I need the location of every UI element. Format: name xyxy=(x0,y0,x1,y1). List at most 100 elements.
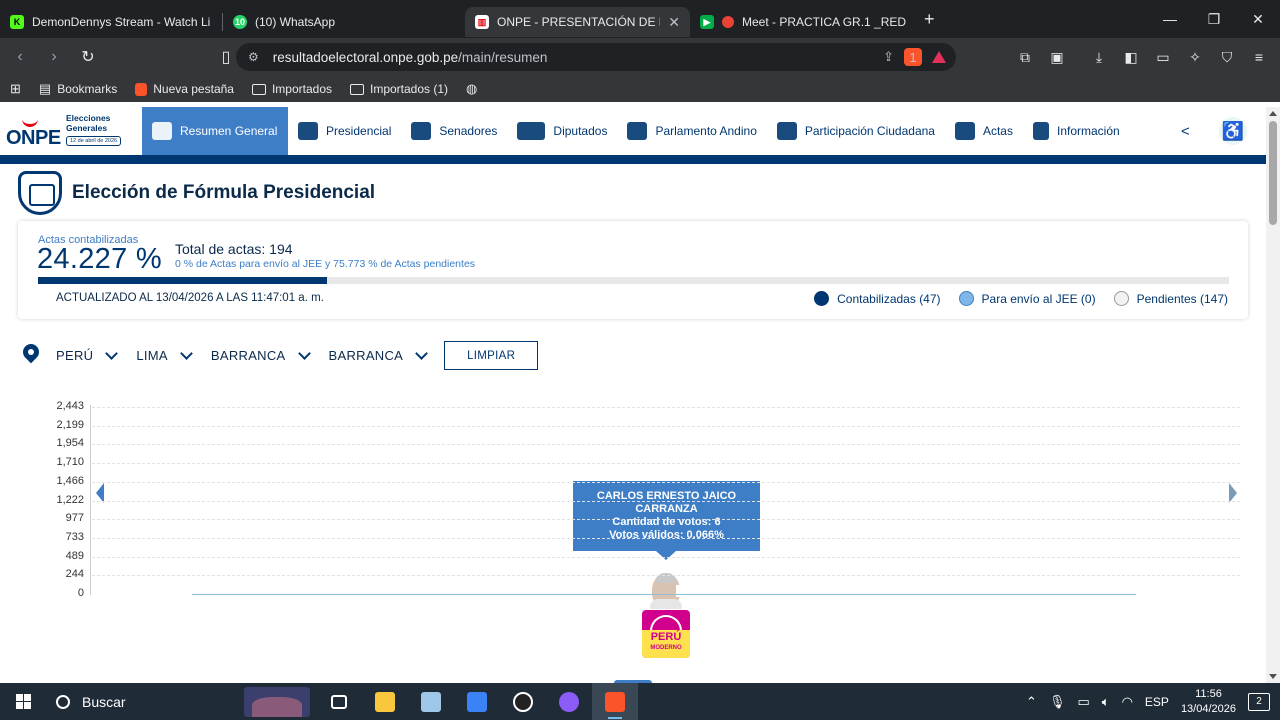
page-title: Elección de Fórmula Presidencial xyxy=(72,182,376,203)
microphone-icon[interactable]: 🎙︎ xyxy=(1049,694,1066,710)
browser-toolbar: ‹ › ↻ ▯ ⚙ resultadoelectoral.onpe.gob.pe… xyxy=(0,38,1280,76)
start-button[interactable] xyxy=(0,683,46,720)
leo-ai-icon[interactable]: ✧ xyxy=(1186,49,1204,66)
page-scrollbar[interactable] xyxy=(1266,107,1280,683)
file-explorer-icon[interactable] xyxy=(362,683,408,720)
y-tick-label: 733 xyxy=(65,530,84,543)
sidebar-icon[interactable]: ◧ xyxy=(1122,49,1140,66)
participation-icon xyxy=(776,122,797,140)
new-tab-button[interactable]: + xyxy=(924,9,935,30)
clear-filters-button[interactable]: LIMPIAR xyxy=(444,341,539,370)
nav-informacion[interactable]: Información xyxy=(1023,107,1130,155)
actas-summary-card: Actas contabilizadas 24.227 % Total de a… xyxy=(18,221,1248,319)
y-tick-label: 1,222 xyxy=(56,493,84,506)
nav-presidencial[interactable]: Presidencial xyxy=(288,107,401,155)
task-view-icon[interactable] xyxy=(316,683,362,720)
obs-icon[interactable] xyxy=(500,683,546,720)
tab-meet[interactable]: ▶ Meet - PRACTICA GR.1 _REDES Y xyxy=(690,7,916,37)
nav-parlamento-andino[interactable]: Parlamento Andino xyxy=(617,107,766,155)
y-tick-label: 0 xyxy=(77,587,84,599)
scroll-thumb[interactable] xyxy=(1269,121,1277,225)
gridline xyxy=(92,519,1240,521)
folder-icon xyxy=(350,83,364,95)
meet-icon: ▶ xyxy=(700,15,714,29)
tab-onpe[interactable]: ▥ ONPE - PRESENTACIÓN DE RESU ✕ xyxy=(465,7,690,37)
nav-actas[interactable]: Actas xyxy=(945,107,1023,155)
brave-rewards-icon[interactable] xyxy=(932,51,946,63)
extensions-icon[interactable]: ⧉ xyxy=(1016,49,1034,66)
maximize-icon[interactable]: ❐ xyxy=(1192,0,1236,38)
wallet-icon[interactable]: ▭ xyxy=(1154,49,1172,66)
globe-icon[interactable]: ◍ xyxy=(466,81,477,97)
wifi-icon[interactable]: ◠ xyxy=(1122,694,1133,710)
nav-senadores[interactable]: Senadores xyxy=(401,107,507,155)
nav-participacion-ciudadana[interactable]: Participación Ciudadana xyxy=(767,107,945,155)
candidate-tooltip: CARLOS ERNESTO JAICO CARRANZA Cantidad d… xyxy=(573,481,760,560)
filter-district[interactable]: BARRANCA xyxy=(329,346,429,363)
folder-icon xyxy=(251,83,266,95)
bookmark-importados[interactable]: Importados xyxy=(251,82,332,96)
y-tick-label: 1,466 xyxy=(56,474,84,487)
onpe-icon: ▥ xyxy=(475,15,489,29)
chevron-up-icon[interactable]: ⌃ xyxy=(1026,694,1037,710)
filter-department[interactable]: LIMA xyxy=(136,346,193,363)
y-tick-label: 489 xyxy=(65,549,84,562)
roblox-icon[interactable] xyxy=(454,683,500,720)
gridline xyxy=(92,537,1240,539)
chevron-down-icon xyxy=(415,346,429,360)
votes-chart: CARLOS ERNESTO JAICO CARRANZA Cantidad d… xyxy=(0,397,1266,683)
y-axis xyxy=(90,405,91,595)
nav-diputados[interactable]: Diputados xyxy=(507,107,617,155)
reload-icon[interactable]: ↻ xyxy=(74,43,102,71)
bookmarks-icon: ▤ xyxy=(38,81,52,96)
site-info-icon[interactable]: ⚙ xyxy=(248,50,259,64)
y-tick-label: 1,710 xyxy=(56,456,84,469)
party-logo-peru-moderno[interactable]: PERÚ MODERNO xyxy=(642,610,690,658)
bookmark-new-tab[interactable]: Nueva pestaña xyxy=(135,82,234,96)
tab-kick-stream[interactable]: K DemonDennys Stream - Watch Li xyxy=(0,7,222,37)
vpn-icon[interactable]: ⛉ xyxy=(1218,49,1236,66)
menu-icon[interactable]: ≡ xyxy=(1250,49,1268,65)
mouse-cursor-icon xyxy=(676,585,688,597)
bookmark-bookmarks[interactable]: ▤ Bookmarks xyxy=(39,81,117,97)
notepad-icon[interactable] xyxy=(408,683,454,720)
forward-icon[interactable]: › xyxy=(40,43,68,71)
scroll-up-icon[interactable] xyxy=(1269,111,1277,116)
share-page-icon[interactable]: ⇪ xyxy=(883,49,894,65)
coat-of-arms-icon xyxy=(18,171,62,215)
notification-icon[interactable]: 2 xyxy=(1248,692,1270,711)
close-tab-icon[interactable]: ✕ xyxy=(668,14,680,31)
volume-icon[interactable]: 🔈︎ xyxy=(1102,694,1110,710)
scroll-down-icon[interactable] xyxy=(1269,674,1277,679)
messenger-icon[interactable] xyxy=(546,683,592,720)
apps-grid-icon[interactable]: ⊞ xyxy=(10,81,21,97)
taskbar-search[interactable]: Buscar xyxy=(46,683,244,720)
recording-icon xyxy=(722,16,734,28)
minimize-icon[interactable]: — xyxy=(1148,0,1192,38)
tab-whatsapp[interactable]: 10 (10) WhatsApp xyxy=(223,7,445,37)
nav-resumen-general[interactable]: Resumen General xyxy=(142,107,288,155)
back-icon[interactable]: ‹ xyxy=(6,43,34,71)
screenshot-icon[interactable]: ▣ xyxy=(1048,49,1066,66)
accessibility-icon[interactable]: ♿ xyxy=(1219,117,1247,145)
filter-country[interactable]: PERÚ xyxy=(56,346,119,363)
andean-parliament-icon xyxy=(627,122,648,140)
bookmark-importados-1[interactable]: Importados (1) xyxy=(350,82,448,96)
actas-progress-bar xyxy=(38,277,1229,284)
address-bar[interactable]: ⚙ resultadoelectoral.onpe.gob.pe/main/re… xyxy=(236,43,956,71)
location-filters: PERÚ LIMA BARRANCA BARRANCA LIMPIAR xyxy=(22,341,539,370)
brave-shields-icon[interactable]: 1 xyxy=(904,48,922,66)
brave-taskbar-icon[interactable] xyxy=(592,683,638,720)
battery-icon[interactable]: ▭ xyxy=(1077,694,1089,710)
language-indicator[interactable]: ESP xyxy=(1145,695,1169,709)
search-highlight-image[interactable] xyxy=(244,686,310,717)
congress-icon xyxy=(517,122,546,140)
system-clock[interactable]: 11:56 13/04/2026 xyxy=(1181,687,1236,717)
share-icon[interactable]: < xyxy=(1181,123,1190,140)
onpe-logo[interactable]: ONPE Elecciones Generales 12 de abril de … xyxy=(0,107,142,155)
y-tick-label: 2,443 xyxy=(56,400,84,412)
download-icon[interactable]: ⤓ xyxy=(1090,49,1108,66)
checkbox-icon xyxy=(954,122,975,140)
close-window-icon[interactable]: ✕ xyxy=(1236,0,1280,38)
filter-province[interactable]: BARRANCA xyxy=(211,346,311,363)
